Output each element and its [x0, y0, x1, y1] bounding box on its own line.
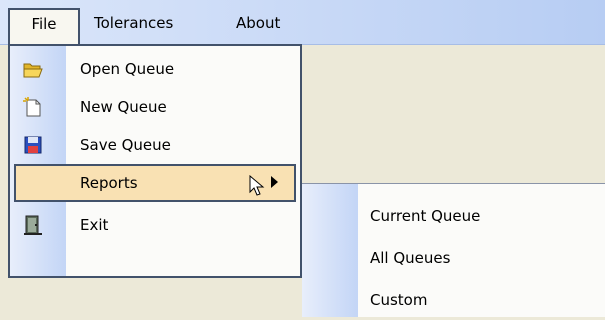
menu-tolerances[interactable]: Tolerances	[84, 8, 183, 40]
menu-item-label: Exit	[80, 216, 109, 234]
menu-bar: File Tolerances About	[0, 0, 605, 46]
new-document-icon	[23, 97, 41, 117]
menu-item-label: Open Queue	[80, 60, 175, 78]
submenu-icon-gutter	[302, 184, 358, 317]
submenu-item-custom[interactable]: Custom	[370, 280, 590, 320]
menu-item-label: Save Queue	[80, 136, 171, 154]
menu-item-new-queue[interactable]: New Queue	[10, 88, 300, 126]
submenu-arrow-icon	[271, 176, 278, 188]
submenu-item-current-queue[interactable]: Current Queue	[370, 196, 590, 236]
reports-submenu: Current Queue All Queues Custom	[302, 183, 605, 317]
toolbar-band	[302, 45, 605, 184]
file-menu-dropdown: Open Queue New Queue Save Queue Reports	[8, 44, 302, 278]
mouse-pointer-icon	[249, 175, 265, 196]
menu-item-label: Reports	[80, 174, 138, 192]
menu-file[interactable]: File	[8, 8, 80, 46]
menu-item-label: New Queue	[80, 98, 167, 116]
exit-door-icon	[24, 215, 42, 235]
menu-item-save-queue[interactable]: Save Queue	[10, 126, 300, 164]
menu-item-open-queue[interactable]: Open Queue	[10, 50, 300, 88]
folder-open-icon	[23, 63, 43, 78]
floppy-disk-icon	[24, 136, 42, 154]
menu-item-reports[interactable]: Reports	[14, 164, 296, 202]
menu-about[interactable]: About	[226, 8, 290, 40]
menu-item-exit[interactable]: Exit	[10, 206, 300, 244]
submenu-item-all-queues[interactable]: All Queues	[370, 238, 590, 278]
